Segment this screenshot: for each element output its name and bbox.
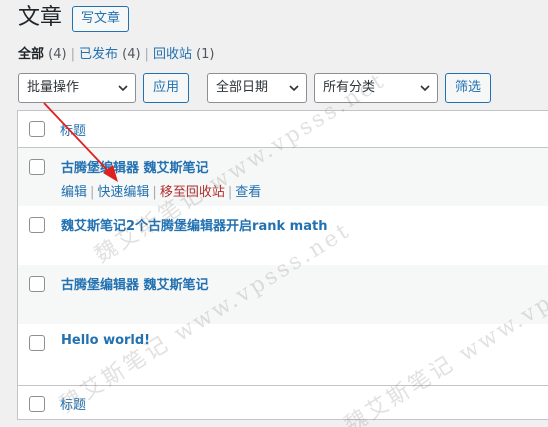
category-filter-select[interactable]: 所有分类	[314, 73, 438, 103]
post-title-link[interactable]: Hello world!	[61, 333, 150, 348]
row-checkbox[interactable]	[29, 335, 45, 351]
filter-button[interactable]: 筛选	[445, 73, 491, 103]
chevron-down-icon	[420, 85, 430, 92]
date-filter-value: 全部日期	[216, 80, 269, 95]
bulk-actions-select[interactable]: 批量操作	[18, 73, 136, 103]
separator: |	[70, 47, 75, 62]
column-title-header[interactable]: 标题	[60, 120, 86, 139]
view-trash[interactable]: 回收站 (1)	[153, 47, 215, 62]
separator: |	[227, 185, 233, 200]
row-actions: 编辑 | 快速编辑 | 移至回收站 | 查看	[61, 181, 261, 200]
trash-link[interactable]: 移至回收站	[160, 185, 225, 200]
post-status-views: 全部 (4) | 已发布 (4) | 回收站 (1)	[18, 46, 215, 64]
quick-edit-link[interactable]: 快速编辑	[97, 185, 149, 200]
view-link[interactable]: 查看	[235, 185, 261, 200]
posts-page: 文章 写文章 全部 (4) | 已发布 (4) | 回收站 (1) 批量操作 应用 全部…	[0, 0, 548, 427]
table-header: 标题	[18, 111, 548, 148]
row-checkbox[interactable]	[29, 217, 45, 233]
column-title-footer[interactable]: 标题	[60, 394, 86, 413]
select-all-checkbox[interactable]	[29, 121, 45, 137]
view-published[interactable]: 已发布 (4)	[79, 47, 141, 62]
table-row: 魏艾斯笔记2个古腾堡编辑器开启rank math	[18, 206, 548, 265]
separator: |	[144, 47, 149, 62]
row-checkbox[interactable]	[29, 159, 45, 175]
title-row: 文章 写文章	[18, 4, 130, 32]
page-title: 文章	[18, 5, 63, 30]
separator: |	[90, 185, 95, 200]
row-checkbox[interactable]	[29, 276, 45, 292]
apply-button[interactable]: 应用	[143, 73, 189, 103]
table-footer: 标题	[18, 385, 548, 420]
view-all[interactable]: 全部 (4)	[18, 47, 67, 62]
separator: |	[152, 185, 157, 200]
select-all-checkbox-footer[interactable]	[29, 396, 45, 412]
table-row: 古腾堡编辑器 魏艾斯笔记	[18, 265, 548, 324]
category-filter-value: 所有分类	[323, 80, 376, 95]
table-row: 古腾堡编辑器 魏艾斯笔记 编辑 | 快速编辑 | 移至回收站 | 查看	[18, 148, 548, 206]
bulk-actions-value: 批量操作	[27, 80, 80, 95]
posts-table: 标题 古腾堡编辑器 魏艾斯笔记 编辑 | 快速编辑 | 移至回收站 | 查看 魏艾斯笔记2个…	[17, 110, 548, 420]
date-filter-select[interactable]: 全部日期	[207, 73, 307, 103]
post-title-link[interactable]: 魏艾斯笔记2个古腾堡编辑器开启rank math	[61, 215, 327, 234]
add-new-post-button[interactable]: 写文章	[72, 6, 130, 32]
chevron-down-icon	[118, 85, 128, 92]
table-row: Hello world!	[18, 324, 548, 385]
post-title-link[interactable]: 古腾堡编辑器 魏艾斯笔记	[61, 274, 209, 293]
edit-link[interactable]: 编辑	[61, 185, 87, 200]
chevron-down-icon	[289, 85, 299, 92]
post-title-link[interactable]: 古腾堡编辑器 魏艾斯笔记	[61, 157, 209, 176]
